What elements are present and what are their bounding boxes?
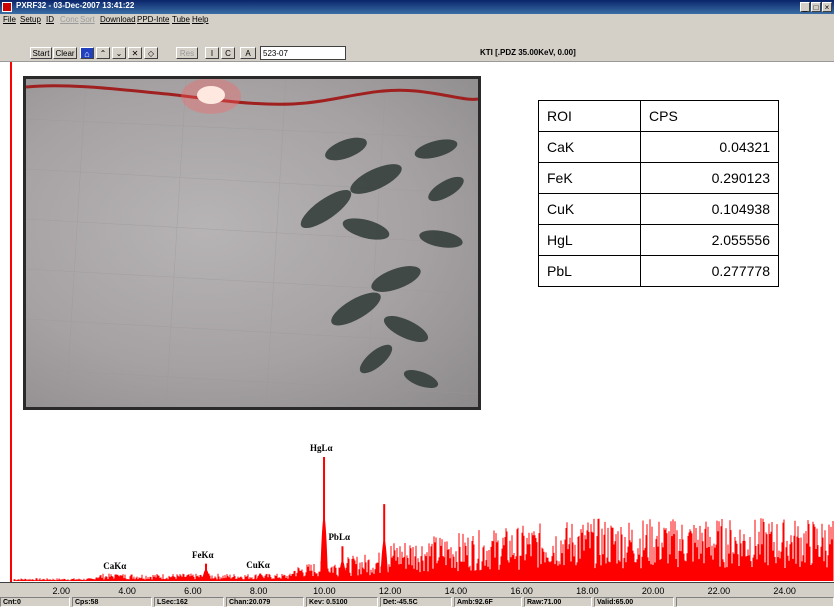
x-tick-label: 22.00 <box>707 586 731 596</box>
table-row: CaK 0.04321 <box>538 131 779 163</box>
x-tick-label: 16.00 <box>510 586 533 596</box>
menu-file[interactable]: File <box>3 15 16 24</box>
x-tick-label: 8.00 <box>249 586 268 596</box>
status-cell: Cnt:0 <box>0 597 70 607</box>
main-canvas: ROI CPS CaK 0.04321 FeK 0.290123 CuK 0.104938 Hg… <box>0 62 834 598</box>
cps-value-cell: 2.055556 <box>640 224 779 256</box>
status-cell: Det:-45.5C <box>380 597 452 607</box>
cps-value-cell: 0.290123 <box>640 162 779 194</box>
clear-button[interactable]: Clear <box>53 47 77 59</box>
start-button[interactable]: Start <box>30 47 52 59</box>
peak-label: FeKα <box>191 549 214 560</box>
status-cell: Amb:92.6F <box>454 597 522 607</box>
roi-name-cell: HgL <box>538 224 641 256</box>
status-cell: Valid:65.00 <box>594 597 674 607</box>
peak-hgl-bar <box>323 457 326 581</box>
arrow-up-icon[interactable]: ⌃ <box>96 47 110 59</box>
diamond-icon[interactable]: ◇ <box>144 47 158 59</box>
menu-tube[interactable]: Tube <box>172 15 190 24</box>
c-button[interactable]: C <box>221 47 235 59</box>
peak-label: HgLα <box>310 443 333 453</box>
menu-setup[interactable]: Setup <box>20 15 41 24</box>
maximize-button[interactable]: □ <box>811 2 821 12</box>
minimize-button[interactable]: _ <box>800 2 810 12</box>
roi-table: ROI CPS CaK 0.04321 FeK 0.290123 CuK 0.104938 Hg… <box>538 100 779 287</box>
camera-scene <box>26 79 478 407</box>
status-cell: Kev: 0.5100 <box>306 597 378 607</box>
sample-id-input[interactable] <box>260 46 346 60</box>
cps-value-cell: 0.104938 <box>640 193 779 225</box>
close-button[interactable]: × <box>822 2 832 12</box>
roi-name-cell: PbL <box>538 255 641 287</box>
kti-info-label: KTI [.PDZ 35.00KeV, 0.00] <box>480 48 576 57</box>
table-row: PbL 0.277778 <box>538 255 779 287</box>
i-button[interactable]: I <box>205 47 219 59</box>
toolbar: Start Clear ⌂ ⌃ ⌄ ✕ ◇ Res I C A KTI [.PD… <box>0 26 834 62</box>
status-cell: Chan:20.079 <box>226 597 304 607</box>
status-cell: Raw:71.00 <box>524 597 592 607</box>
cps-value-cell: 0.277778 <box>640 255 779 287</box>
status-bar: Cnt:0 Cps:58 LSec:162 Chan:20.079 Kev: 0.510… <box>0 597 834 607</box>
menu-help[interactable]: Help <box>192 15 208 24</box>
x-tick-label: 24.00 <box>773 586 796 596</box>
menu-ppd-inte[interactable]: PPD-Inte <box>137 15 169 24</box>
peak-unlabeled-1-bar <box>441 556 444 581</box>
roi-name-cell: CaK <box>538 131 641 163</box>
peak-label: CuKα <box>246 559 270 570</box>
x-tick-label: 20.00 <box>641 586 665 596</box>
peak-pbl-bar <box>341 546 344 581</box>
x-tick-label: 2.00 <box>52 586 71 596</box>
spectrum-continuum <box>13 518 834 581</box>
peak-unlabeled-0-bar <box>383 504 386 581</box>
table-row: FeK 0.290123 <box>538 162 779 194</box>
x-tick-label: 12.00 <box>378 586 402 596</box>
table-row: HgL 2.055556 <box>538 224 779 256</box>
x-tick-label: 18.00 <box>576 586 599 596</box>
home-icon[interactable]: ⌂ <box>80 47 94 59</box>
title-bar: PXRF32 - 03-Dec-2007 13:41:22 _ □ × <box>0 0 834 14</box>
camera-image <box>23 76 481 410</box>
menu-id[interactable]: ID <box>46 15 54 24</box>
peak-label: CaKα <box>103 560 127 571</box>
x-tick-label: 14.00 <box>444 586 468 596</box>
status-cell: Cps:58 <box>72 597 152 607</box>
peak-label: PbLα <box>328 532 350 543</box>
arrow-down-icon[interactable]: ⌄ <box>112 47 126 59</box>
cps-header: CPS <box>640 100 779 132</box>
a-button[interactable]: A <box>240 47 256 59</box>
x-tick-label: 4.00 <box>118 586 136 596</box>
peak-fek-bar <box>204 563 207 581</box>
peak-cuk-bar <box>259 573 262 581</box>
table-row: CuK 0.104938 <box>538 193 779 225</box>
status-cell: LSec:162 <box>154 597 224 607</box>
menu-sort: Sort <box>80 15 95 24</box>
peak-cak-bar <box>116 574 119 581</box>
x-box-icon[interactable]: ✕ <box>128 47 142 59</box>
y-axis-line <box>10 62 12 597</box>
x-tick-label: 6.00 <box>184 586 202 596</box>
menu-bar: File Setup ID Conc Sort Download PPD-Int… <box>0 14 834 26</box>
roi-header: ROI <box>538 100 641 132</box>
menu-conc: Conc <box>60 15 79 24</box>
app-icon <box>2 2 12 12</box>
x-axis: 2.00 4.00 6.00 8.00 10.00 12.00 14.00 16.00 18.0… <box>0 582 834 598</box>
roi-header-row: ROI CPS <box>538 100 779 132</box>
menu-download[interactable]: Download <box>100 15 136 24</box>
window-title: PXRF32 - 03-Dec-2007 13:41:22 <box>16 1 135 10</box>
cps-value-cell: 0.04321 <box>640 131 779 163</box>
res-button: Res <box>176 47 198 59</box>
roi-name-cell: FeK <box>538 162 641 194</box>
x-tick-label: 10.00 <box>313 586 336 596</box>
roi-name-cell: CuK <box>538 193 641 225</box>
status-cell-empty <box>676 597 834 607</box>
